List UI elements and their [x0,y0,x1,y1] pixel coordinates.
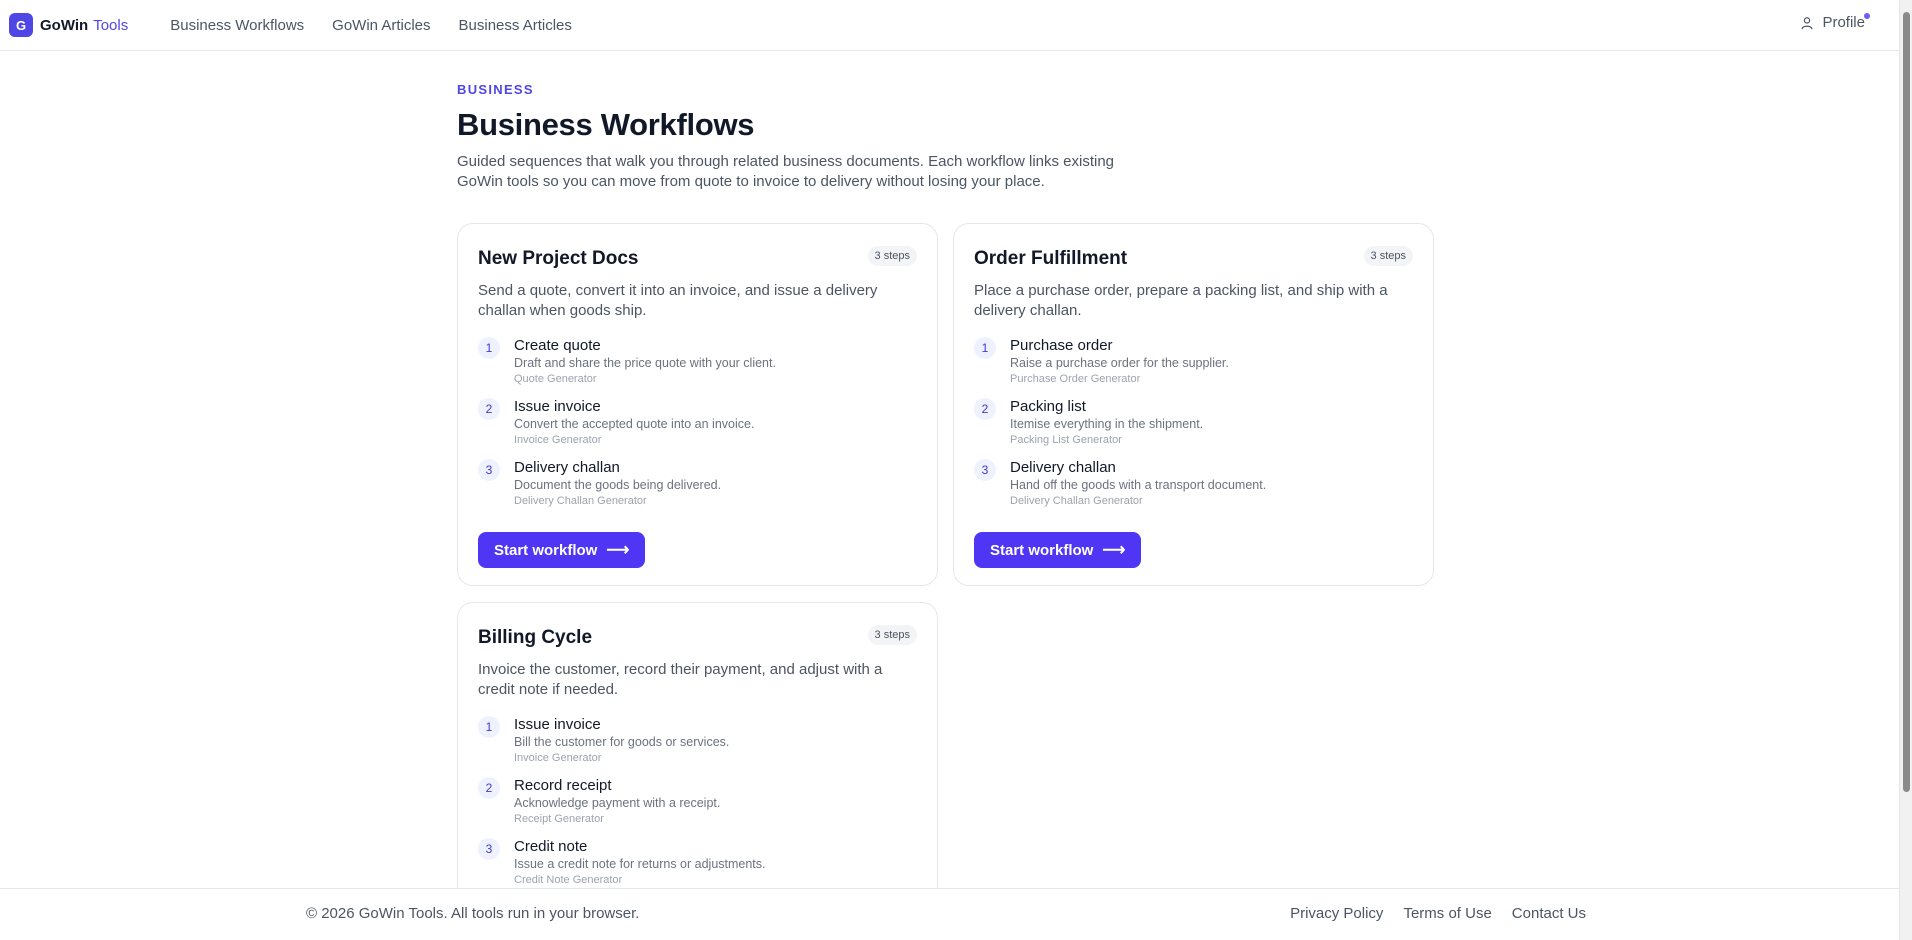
step-number: 1 [478,337,500,359]
main-content: BUSINESS Business Workflows Guided seque… [457,82,1437,932]
workflow-card-order-fulfillment: Order Fulfillment 3 steps Place a purcha… [953,223,1434,586]
step-description: Raise a purchase order for the supplier. [1010,356,1229,370]
nav-link-business-articles[interactable]: Business Articles [459,17,572,34]
workflow-card-billing-cycle: Billing Cycle 3 steps Invoice the custom… [457,602,938,932]
section-eyebrow: BUSINESS [457,82,534,97]
brand-logo-link[interactable]: G GoWin Tools [9,13,128,37]
workflow-title: Order Fulfillment [974,248,1128,269]
step-tool-name: Receipt Generator [514,813,604,825]
step-title: Credit note [514,838,588,855]
step-number: 2 [974,398,996,420]
workflow-step[interactable]: 2 Record receipt Acknowledge payment wit… [478,777,917,826]
workflow-step[interactable]: 3 Credit note Issue a credit note for re… [478,838,917,887]
brand-name: GoWin [40,16,89,34]
step-description: Hand off the goods with a transport docu… [1010,478,1267,492]
footer-link-privacy-policy[interactable]: Privacy Policy [1290,905,1383,922]
steps-badge: 3 steps [867,625,917,645]
brand-sub: Tools [93,16,129,34]
step-title: Create quote [514,337,601,354]
workflow-description: Invoice the customer, record their payme… [478,661,883,698]
step-title: Purchase order [1010,337,1113,354]
step-description: Issue a credit note for returns or adjus… [514,857,766,871]
workflow-description: Place a purchase order, prepare a packin… [974,282,1388,319]
step-description: Document the goods being delivered. [514,478,722,492]
step-number: 1 [478,716,500,738]
top-navbar: G GoWin Tools Business Workflows GoWin A… [0,0,1899,51]
workflow-description: Send a quote, convert it into an invoice… [478,282,878,319]
step-title: Delivery challan [514,459,620,476]
notification-dot [1864,13,1870,19]
step-title: Delivery challan [1010,459,1116,476]
workflow-title: New Project Docs [478,248,639,269]
step-tool-name: Delivery Challan Generator [1010,495,1143,507]
page-scrollbar[interactable] [1899,0,1912,940]
step-description: Itemise everything in the shipment. [1010,417,1204,431]
user-icon [1802,16,1813,29]
workflow-step[interactable]: 3 Delivery challan Hand off the goods wi… [974,459,1413,508]
step-title: Issue invoice [514,716,601,733]
step-tool-name: Invoice Generator [514,434,602,446]
workflow-title: Billing Cycle [478,627,593,648]
start-workflow-button[interactable]: Start workflow ⟶ [478,532,646,568]
steps-badge: 3 steps [1363,246,1413,266]
page-footer: © 2026 GoWin Tools. All tools run in you… [0,888,1899,940]
profile-label: Profile [1822,14,1865,31]
button-label: Start workflow [494,541,598,559]
step-number: 3 [478,459,500,481]
workflow-step[interactable]: 1 Purchase order Raise a purchase order … [974,337,1413,386]
workflow-step[interactable]: 2 Packing list Itemise everything in the… [974,398,1413,447]
footer-link-terms-of-use[interactable]: Terms of Use [1403,905,1491,922]
step-tool-name: Delivery Challan Generator [514,495,647,507]
nav-link-business-workflows[interactable]: Business Workflows [170,17,304,34]
arrow-right-icon: ⟶ [606,542,630,559]
workflow-card-new-project-docs: New Project Docs 3 steps Send a quote, c… [457,223,938,586]
step-description: Draft and share the price quote with you… [514,356,776,370]
workflow-step[interactable]: 1 Create quote Draft and share the price… [478,337,917,386]
step-list: 1 Purchase order Raise a purchase order … [974,337,1413,508]
main-nav: Business Workflows GoWin Articles Busine… [170,17,572,34]
start-workflow-button[interactable]: Start workflow ⟶ [974,532,1142,568]
step-title: Issue invoice [514,398,601,415]
step-title: Packing list [1010,398,1086,415]
step-number: 2 [478,777,500,799]
profile-button[interactable]: Profile [1800,13,1870,31]
step-title: Record receipt [514,777,612,794]
step-tool-name: Invoice Generator [514,752,602,764]
step-description: Bill the customer for goods or services. [514,735,730,749]
workflow-step[interactable]: 1 Issue invoice Bill the customer for go… [478,716,917,765]
step-description: Acknowledge payment with a receipt. [514,796,721,810]
workflow-step[interactable]: 3 Delivery challan Document the goods be… [478,459,917,508]
button-label: Start workflow [990,541,1094,559]
step-list: 1 Create quote Draft and share the price… [478,337,917,508]
step-number: 3 [478,838,500,860]
copyright-text: © 2026 GoWin Tools. All tools run in you… [306,905,640,922]
page-intro: Guided sequences that walk you through r… [457,153,1115,190]
arrow-right-icon: ⟶ [1102,542,1126,559]
step-list: 1 Issue invoice Bill the customer for go… [478,716,917,887]
footer-link-contact-us[interactable]: Contact Us [1512,905,1586,922]
step-number: 1 [974,337,996,359]
nav-link-gowin-articles[interactable]: GoWin Articles [332,17,430,34]
steps-badge: 3 steps [867,246,917,266]
step-number: 2 [478,398,500,420]
scrollbar-thumb[interactable] [1903,12,1910,792]
page-title: Business Workflows [457,107,755,142]
step-tool-name: Credit Note Generator [514,874,623,886]
workflow-step[interactable]: 2 Issue invoice Convert the accepted quo… [478,398,917,447]
footer-links: Privacy Policy Terms of Use Contact Us [1290,905,1586,922]
step-number: 3 [974,459,996,481]
step-tool-name: Packing List Generator [1010,434,1122,446]
logo-icon: G [9,13,33,37]
step-tool-name: Quote Generator [514,373,597,385]
step-description: Convert the accepted quote into an invoi… [514,417,755,431]
step-tool-name: Purchase Order Generator [1010,373,1141,385]
